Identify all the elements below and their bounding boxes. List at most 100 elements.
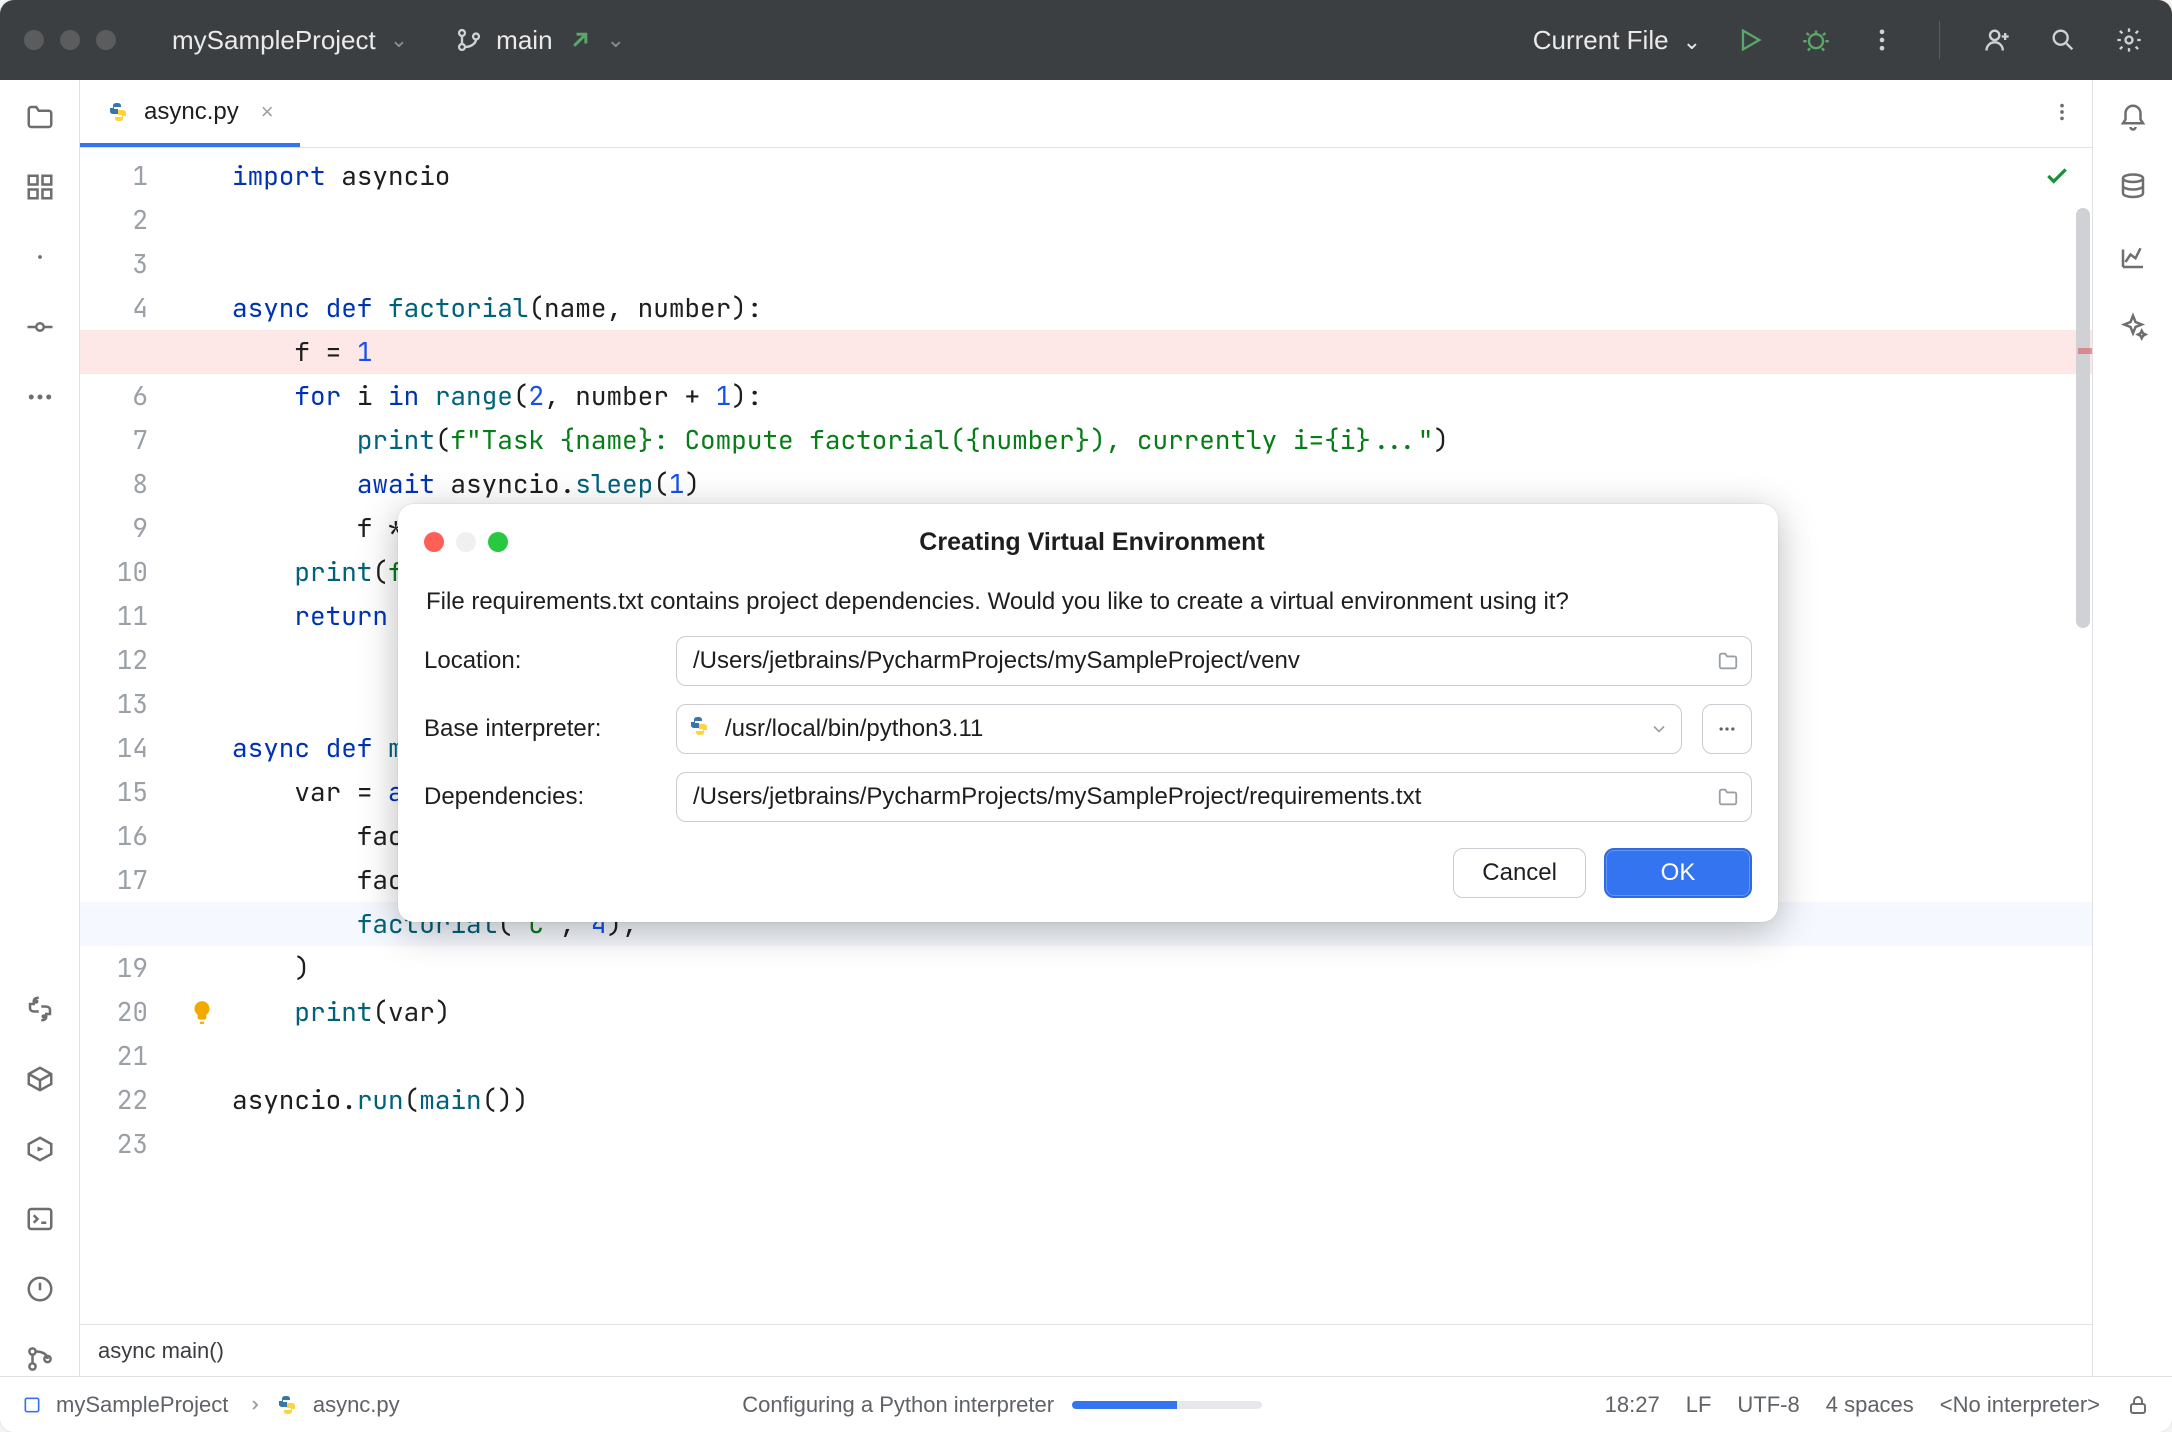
gutter[interactable]: 1234567891011121314151617181920212223: [80, 148, 172, 1324]
line-number[interactable]: 3: [80, 242, 156, 286]
problems-tool-icon[interactable]: [23, 1272, 57, 1306]
code-line[interactable]: async def factorial(name, number):: [232, 286, 2092, 330]
line-number[interactable]: 7: [80, 418, 156, 462]
line-number[interactable]: 1: [80, 154, 156, 198]
traffic-light-minimize[interactable]: [60, 30, 80, 50]
code-line[interactable]: [232, 198, 2092, 242]
location-input[interactable]: [691, 646, 1705, 676]
status-cursor[interactable]: 18:27: [1605, 1392, 1660, 1418]
lock-icon[interactable]: [2126, 1393, 2150, 1417]
breadcrumb-bar[interactable]: async main(): [80, 1324, 2092, 1376]
status-bar: mySampleProject async.py Configuring a P…: [0, 1376, 2172, 1432]
dialog-zoom-dot[interactable]: [488, 532, 508, 552]
code-with-me-icon[interactable]: [1982, 25, 2012, 55]
code-line[interactable]: ): [232, 946, 2092, 990]
search-icon[interactable]: [2048, 25, 2078, 55]
line-number[interactable]: 13: [80, 682, 156, 726]
project-selector[interactable]: mySampleProject: [172, 25, 408, 56]
window-controls: [24, 30, 116, 50]
services-tool-icon[interactable]: [23, 1132, 57, 1166]
code-line[interactable]: f = 1: [232, 330, 2092, 374]
terminal-tool-icon[interactable]: [23, 1202, 57, 1236]
packages-tool-icon[interactable]: [23, 1062, 57, 1096]
status-line-separator[interactable]: LF: [1686, 1392, 1712, 1418]
editor-tab-menu-icon[interactable]: [2032, 80, 2092, 147]
python-console-tool-icon[interactable]: [23, 992, 57, 1026]
line-number[interactable]: 9: [80, 506, 156, 550]
notifications-tool-icon[interactable]: [2116, 100, 2150, 134]
code-line[interactable]: for i in range(2, number + 1):: [232, 374, 2092, 418]
line-number[interactable]: 19: [80, 946, 156, 990]
editor-tab-async[interactable]: async.py ×: [80, 80, 300, 147]
code-line[interactable]: [232, 242, 2092, 286]
error-stripe-mark[interactable]: [2078, 348, 2092, 354]
project-icon: [22, 1395, 42, 1415]
gutter-mark: [172, 1078, 232, 1122]
line-number[interactable]: 4: [80, 286, 156, 330]
code-line[interactable]: asyncio.run(main()): [232, 1078, 2092, 1122]
structure-tool-icon[interactable]: [23, 170, 57, 204]
chevron-down-icon[interactable]: [1649, 719, 1669, 739]
line-number[interactable]: 20: [80, 990, 156, 1034]
line-number[interactable]: 6: [80, 374, 156, 418]
line-number[interactable]: 11: [80, 594, 156, 638]
run-icon[interactable]: [1735, 25, 1765, 55]
folder-icon[interactable]: [1717, 786, 1739, 808]
code-line[interactable]: [232, 1122, 2092, 1166]
ai-assistant-tool-icon[interactable]: [2116, 310, 2150, 344]
close-icon[interactable]: ×: [261, 99, 274, 125]
code-line[interactable]: import asyncio: [232, 154, 2092, 198]
line-number[interactable]: 15: [80, 770, 156, 814]
traffic-light-zoom[interactable]: [96, 30, 116, 50]
base-interpreter-field[interactable]: [676, 704, 1682, 754]
cancel-button[interactable]: Cancel: [1453, 848, 1586, 898]
status-interpreter[interactable]: <No interpreter>: [1940, 1392, 2100, 1418]
line-number[interactable]: 23: [80, 1122, 156, 1166]
sciview-tool-icon[interactable]: [2116, 240, 2150, 274]
more-actions-icon[interactable]: [1867, 25, 1897, 55]
line-number[interactable]: 12: [80, 638, 156, 682]
dialog-close-dot[interactable]: [424, 532, 444, 552]
status-nav-breadcrumb[interactable]: mySampleProject async.py: [22, 1392, 400, 1418]
status-indent[interactable]: 4 spaces: [1826, 1392, 1914, 1418]
line-number[interactable]: 17: [80, 858, 156, 902]
folder-icon[interactable]: [1717, 650, 1739, 672]
project-tool-icon[interactable]: [23, 100, 57, 134]
vcs-tool-icon[interactable]: [23, 1342, 57, 1376]
browse-interpreter-button[interactable]: [1702, 704, 1752, 754]
line-number[interactable]: 22: [80, 1078, 156, 1122]
line-number[interactable]: 21: [80, 1034, 156, 1078]
code-line[interactable]: print(var): [232, 990, 2092, 1034]
dependencies-input[interactable]: [691, 782, 1705, 812]
location-field[interactable]: [676, 636, 1752, 686]
code-line[interactable]: [232, 1034, 2092, 1078]
inspection-ok-icon[interactable]: [2044, 158, 2070, 202]
gutter-mark: [172, 726, 232, 770]
lightbulb-icon[interactable]: [189, 999, 215, 1025]
line-number[interactable]: 16: [80, 814, 156, 858]
progress-bar: [1072, 1401, 1262, 1409]
line-number[interactable]: 8: [80, 462, 156, 506]
line-number[interactable]: 2: [80, 198, 156, 242]
base-interpreter-input[interactable]: [723, 714, 1637, 744]
editor-scrollbar[interactable]: [2076, 208, 2090, 628]
code-line[interactable]: await asyncio.sleep(1): [232, 462, 2092, 506]
ok-button[interactable]: OK: [1604, 848, 1752, 898]
code-line[interactable]: print(f"Task {name}: Compute factorial({…: [232, 418, 2092, 462]
gear-icon[interactable]: [2114, 25, 2144, 55]
external-link-icon: [565, 25, 595, 55]
debug-icon[interactable]: [1801, 25, 1831, 55]
dependencies-field[interactable]: [676, 772, 1752, 822]
line-number[interactable]: 14: [80, 726, 156, 770]
line-number[interactable]: 10: [80, 550, 156, 594]
more-tool-icon[interactable]: [23, 380, 57, 414]
gutter-mark: [172, 638, 232, 682]
database-tool-icon[interactable]: [2116, 170, 2150, 204]
status-encoding[interactable]: UTF-8: [1737, 1392, 1799, 1418]
commit-tool-icon[interactable]: [23, 310, 57, 344]
run-scope-selector[interactable]: Current File: [1533, 25, 1701, 56]
git-branch-selector[interactable]: main: [454, 25, 625, 56]
status-task[interactable]: Configuring a Python interpreter: [424, 1392, 1581, 1418]
traffic-light-close[interactable]: [24, 30, 44, 50]
gutter-mark: [172, 990, 232, 1034]
